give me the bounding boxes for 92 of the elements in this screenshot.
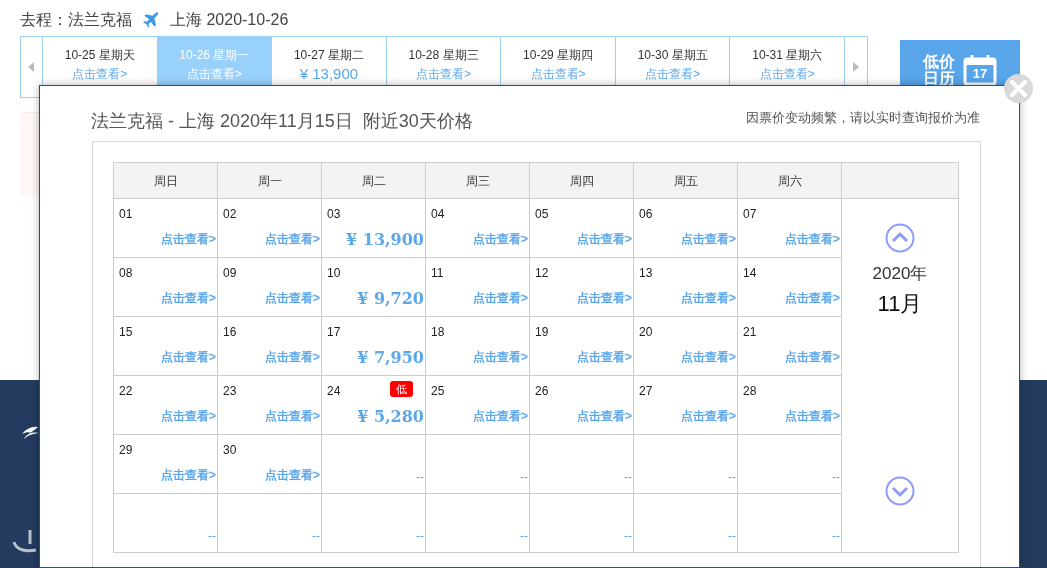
calendar-day-cell[interactable]: 29 点击查看> — [113, 434, 218, 494]
calendar-day-cell[interactable]: 10 ¥ 9,720 — [321, 257, 426, 317]
price-text: ¥ 9,720 — [357, 288, 424, 310]
day-number: 30 — [223, 442, 237, 459]
weekday-header: 周六 — [737, 162, 842, 199]
day-number: 10 — [327, 265, 341, 282]
calendar-day-cell[interactable]: 17 ¥ 7,950 — [321, 316, 426, 376]
day-number: 07 — [743, 206, 757, 223]
calendar-icon: 17 — [963, 54, 997, 86]
calendar-day-cell[interactable]: 18 点击查看> — [425, 316, 530, 376]
calendar-day-cell[interactable]: 09 点击查看> — [217, 257, 322, 317]
calendar-day-cell[interactable]: 27 点击查看> — [633, 375, 738, 435]
day-number: 02 — [223, 206, 237, 223]
day-number: 17 — [327, 324, 341, 341]
day-number: 23 — [223, 383, 237, 400]
day-number: 15 — [119, 324, 133, 341]
day-number: 28 — [743, 383, 757, 400]
day-number: 11 — [431, 265, 444, 282]
calendar-day-cell[interactable]: 12 点击查看> — [529, 257, 634, 317]
price-text: ¥ 7,950 — [357, 347, 424, 369]
day-number: 26 — [535, 383, 549, 400]
calendar-day-cell[interactable]: 02 点击查看> — [217, 198, 322, 258]
calendar-day-cell[interactable]: 01 点击查看> — [113, 198, 218, 258]
weekday-header: 周一 — [217, 162, 322, 199]
empty-price-text: -- — [520, 528, 528, 545]
empty-price-text: -- — [728, 469, 736, 486]
day-number: 25 — [431, 383, 445, 400]
trip-origin: 去程：法兰克福 — [20, 10, 132, 30]
calendar-day-cell[interactable]: 08 点击查看> — [113, 257, 218, 317]
price-text: ¥ 13,900 — [346, 229, 424, 251]
calendar-year: 2020年 — [872, 263, 928, 285]
calendar-day-cell[interactable]: 26 点击查看> — [529, 375, 634, 435]
calendar-day-cell[interactable]: 03 ¥ 13,900 — [321, 198, 426, 258]
airplane-icon — [140, 10, 162, 30]
day-number: 09 — [223, 265, 237, 282]
calendar-day-cell[interactable]: 05 点击查看> — [529, 198, 634, 258]
calendar-day-cell[interactable]: 24 低 ¥ 5,280 — [321, 375, 426, 435]
calendar-day-cell[interactable]: 20 点击查看> — [633, 316, 738, 376]
calendar-day-cell[interactable]: 11 点击查看> — [425, 257, 530, 317]
day-number: 27 — [639, 383, 653, 400]
empty-price-text: -- — [728, 528, 736, 545]
calendar-day-cell[interactable]: 23 点击查看> — [217, 375, 322, 435]
next-month-icon[interactable] — [885, 476, 915, 506]
day-number: 01 — [119, 206, 133, 223]
day-number: 22 — [119, 383, 133, 400]
calendar-day-cell[interactable]: 13 点击查看> — [633, 257, 738, 317]
calendar-month: 11月 — [877, 289, 923, 318]
empty-price-text: -- — [520, 469, 528, 486]
empty-price-text: -- — [416, 469, 424, 486]
calendar-day-cell[interactable]: 22 点击查看> — [113, 375, 218, 435]
day-number: 24 — [327, 383, 341, 400]
weekday-header: 周四 — [529, 162, 634, 199]
calendar-day-cell[interactable]: 06 点击查看> — [633, 198, 738, 258]
day-number: 12 — [535, 265, 549, 282]
weekday-header: 周三 — [425, 162, 530, 199]
bird-logo-icon — [20, 425, 40, 441]
day-number: 06 — [639, 206, 653, 223]
empty-price-text: -- — [312, 528, 320, 545]
day-number: 13 — [639, 265, 653, 282]
calendar-day-cell[interactable]: 30 点击查看> — [217, 434, 322, 494]
dialog-title: 法兰克福 - 上海 2020年11月15日 附近30天价格 — [91, 110, 473, 133]
day-number: 16 — [223, 324, 237, 341]
weekday-header: 周二 — [321, 162, 426, 199]
calendar-day-cell[interactable]: 04 点击查看> — [425, 198, 530, 258]
empty-price-text: -- — [832, 469, 840, 486]
day-number: 19 — [535, 324, 549, 341]
price-text: ¥ 5,280 — [357, 406, 424, 428]
empty-price-text: -- — [208, 528, 216, 545]
day-number: 14 — [743, 265, 757, 282]
calendar-day-cell[interactable]: 25 点击查看> — [425, 375, 530, 435]
price-notice: 因票价变动频繁，请以实时查询报价为准 — [746, 109, 980, 127]
empty-price-text: -- — [624, 469, 632, 486]
day-number: 21 — [743, 324, 757, 341]
empty-price-text: -- — [832, 528, 840, 545]
day-number: 08 — [119, 265, 133, 282]
calendar-day-cell[interactable]: 16 点击查看> — [217, 316, 322, 376]
day-number: 04 — [431, 206, 445, 223]
weekday-header: 周五 — [633, 162, 738, 199]
calendar-day-cell[interactable]: 19 点击查看> — [529, 316, 634, 376]
day-number: 18 — [431, 324, 445, 341]
lowest-price-badge: 低 — [390, 381, 413, 397]
weekday-header: 周日 — [113, 162, 218, 199]
trip-destination: 上海 2020-10-26 — [170, 10, 289, 30]
day-number: 29 — [119, 442, 133, 459]
previous-month-icon[interactable] — [885, 223, 915, 253]
calendar-day-cell[interactable]: 15 点击查看> — [113, 316, 218, 376]
empty-price-text: -- — [416, 528, 424, 545]
day-number: 03 — [327, 206, 341, 223]
day-number: 20 — [639, 324, 653, 341]
empty-price-text: -- — [624, 528, 632, 545]
calendar-day-cell[interactable]: 07 点击查看> — [737, 198, 842, 258]
day-number: 05 — [535, 206, 549, 223]
